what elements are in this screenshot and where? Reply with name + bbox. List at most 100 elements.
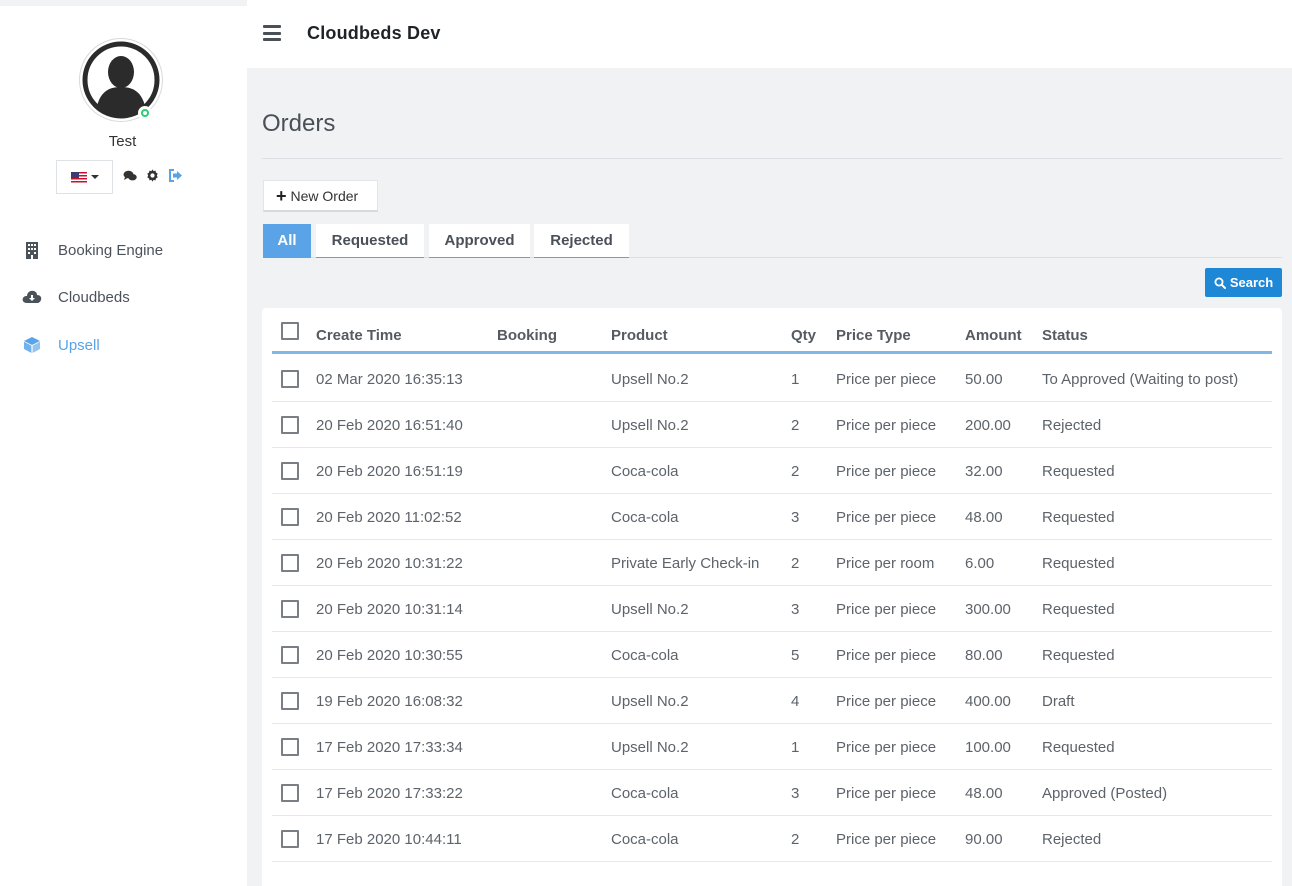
- row-checkbox[interactable]: [281, 692, 299, 710]
- cell-qty: 2: [791, 831, 800, 848]
- table-row[interactable]: 19 Feb 2020 16:08:32 Upsell No.2 4 Price pe…: [272, 678, 1272, 724]
- top-header: Cloudbeds Dev: [247, 0, 1292, 68]
- cube-icon: [22, 335, 42, 355]
- cell-price-type: Price per room: [836, 555, 935, 572]
- tab-all[interactable]: All: [263, 224, 311, 258]
- cell-amount: 90.00: [965, 831, 1003, 848]
- column-header-status[interactable]: Status: [1042, 327, 1088, 344]
- cell-status: Requested: [1042, 463, 1115, 480]
- cell-qty: 1: [791, 739, 800, 756]
- chat-icon[interactable]: [122, 168, 137, 183]
- row-checkbox[interactable]: [281, 370, 299, 388]
- tab-rejected[interactable]: Rejected: [534, 224, 629, 258]
- language-select-button[interactable]: [56, 160, 113, 194]
- divider: [262, 158, 1282, 159]
- cell-status: Rejected: [1042, 417, 1102, 434]
- gear-icon[interactable]: [145, 168, 160, 183]
- cell-price-type: Price per piece: [836, 463, 937, 480]
- sidebar-item-upsell[interactable]: Upsell: [22, 333, 100, 357]
- row-checkbox[interactable]: [281, 416, 299, 434]
- column-header-qty[interactable]: Qty: [791, 327, 816, 344]
- sidebar-item-cloudbeds[interactable]: Cloudbeds: [22, 285, 130, 309]
- cell-qty: 1: [791, 371, 800, 388]
- cell-status: Requested: [1042, 509, 1115, 526]
- cell-status: Rejected: [1042, 831, 1102, 848]
- table-row[interactable]: 17 Feb 2020 17:33:22 Coca-cola 3 Price per …: [272, 770, 1272, 816]
- search-button[interactable]: Search: [1205, 268, 1282, 297]
- table-row[interactable]: 20 Feb 2020 10:30:55 Coca-cola 5 Price per …: [272, 632, 1272, 678]
- sidebar-item-booking-engine[interactable]: Booking Engine: [22, 238, 163, 262]
- page-title: Orders: [262, 110, 336, 137]
- cell-status: To Approved (Waiting to post): [1042, 371, 1239, 388]
- cell-qty: 3: [791, 601, 800, 618]
- tab-approved[interactable]: Approved: [429, 224, 530, 258]
- cloud-download-icon: [22, 287, 42, 307]
- table-row[interactable]: 20 Feb 2020 10:31:22 Private Early Check-…: [272, 540, 1272, 586]
- cell-qty: 2: [791, 463, 800, 480]
- building-icon: [22, 240, 42, 260]
- new-order-button[interactable]: + New Order: [263, 180, 378, 212]
- column-header-product[interactable]: Product: [611, 327, 668, 344]
- cell-create-time: 17 Feb 2020 10:44:11: [316, 831, 462, 848]
- cell-product: Upsell No.2: [611, 417, 689, 434]
- table-row[interactable]: 17 Feb 2020 17:33:34 Upsell No.2 1 Price pe…: [272, 724, 1272, 770]
- tab-requested[interactable]: Requested: [316, 224, 424, 258]
- orders-table: Create Time Booking Product Qty Price Ty…: [262, 308, 1282, 886]
- table-row[interactable]: 02 Mar 2020 16:35:13 Upsell No.2 1 Price pe…: [272, 356, 1272, 402]
- cell-price-type: Price per piece: [836, 601, 937, 618]
- column-header-booking[interactable]: Booking: [497, 327, 557, 344]
- logout-icon[interactable]: [168, 168, 183, 183]
- table-row[interactable]: 20 Feb 2020 16:51:19 Coca-cola 2 Price per …: [272, 448, 1272, 494]
- row-checkbox[interactable]: [281, 508, 299, 526]
- row-checkbox[interactable]: [281, 738, 299, 756]
- row-checkbox[interactable]: [281, 462, 299, 480]
- cell-product: Upsell No.2: [611, 693, 689, 710]
- search-icon: [1214, 277, 1226, 289]
- search-label: Search: [1229, 275, 1274, 290]
- table-row[interactable]: 20 Feb 2020 11:02:52 Coca-cola 3 Price per …: [272, 494, 1272, 540]
- hamburger-menu-icon[interactable]: [263, 25, 281, 41]
- caret-down-icon: [90, 175, 99, 179]
- sidebar-item-label: Booking Engine: [58, 241, 164, 259]
- select-all-checkbox[interactable]: [281, 322, 299, 340]
- user-avatar[interactable]: [79, 38, 163, 122]
- row-checkbox[interactable]: [281, 784, 299, 802]
- cell-create-time: 19 Feb 2020 16:08:32: [316, 693, 463, 710]
- cell-price-type: Price per piece: [836, 509, 937, 526]
- table-row[interactable]: 17 Feb 2020 10:44:11 Coca-cola 2 Price per …: [272, 816, 1272, 862]
- cell-price-type: Price per piece: [836, 739, 937, 756]
- cell-product: Upsell No.2: [611, 739, 689, 756]
- column-header-price-type[interactable]: Price Type: [836, 327, 911, 344]
- cell-product: Coca-cola: [611, 509, 679, 526]
- cell-product: Coca-cola: [611, 463, 679, 480]
- column-header-create-time[interactable]: Create Time: [316, 327, 402, 344]
- cell-price-type: Price per piece: [836, 417, 937, 434]
- cell-status: Requested: [1042, 739, 1115, 756]
- sidebar-item-label: Upsell: [58, 336, 100, 354]
- row-checkbox[interactable]: [281, 600, 299, 618]
- cell-create-time: 17 Feb 2020 17:33:22: [316, 785, 463, 802]
- user-name: Test: [108, 133, 137, 150]
- column-header-amount[interactable]: Amount: [965, 327, 1022, 344]
- row-checkbox[interactable]: [281, 554, 299, 572]
- row-checkbox[interactable]: [281, 646, 299, 664]
- cell-create-time: 20 Feb 2020 11:02:52: [316, 509, 462, 526]
- cell-status: Requested: [1042, 555, 1115, 572]
- plus-icon: +: [276, 185, 287, 206]
- table-row[interactable]: 20 Feb 2020 16:51:40 Upsell No.2 2 Price pe…: [272, 402, 1272, 448]
- cell-qty: 4: [791, 693, 800, 710]
- row-checkbox[interactable]: [281, 830, 299, 848]
- cell-amount: 300.00: [965, 601, 1011, 618]
- cell-create-time: 20 Feb 2020 10:31:14: [316, 601, 463, 618]
- cell-product: Private Early Check-in: [611, 555, 760, 572]
- cell-qty: 5: [791, 647, 800, 664]
- table-row[interactable]: 20 Feb 2020 10:31:14 Upsell No.2 3 Price pe…: [272, 586, 1272, 632]
- new-order-label: New Order: [290, 187, 359, 204]
- cell-amount: 6.00: [965, 555, 995, 572]
- cell-product: Coca-cola: [611, 785, 679, 802]
- cell-status: Requested: [1042, 647, 1115, 664]
- cell-amount: 100.00: [965, 739, 1011, 756]
- cell-qty: 3: [791, 785, 800, 802]
- cell-amount: 48.00: [965, 785, 1003, 802]
- cell-amount: 80.00: [965, 647, 1003, 664]
